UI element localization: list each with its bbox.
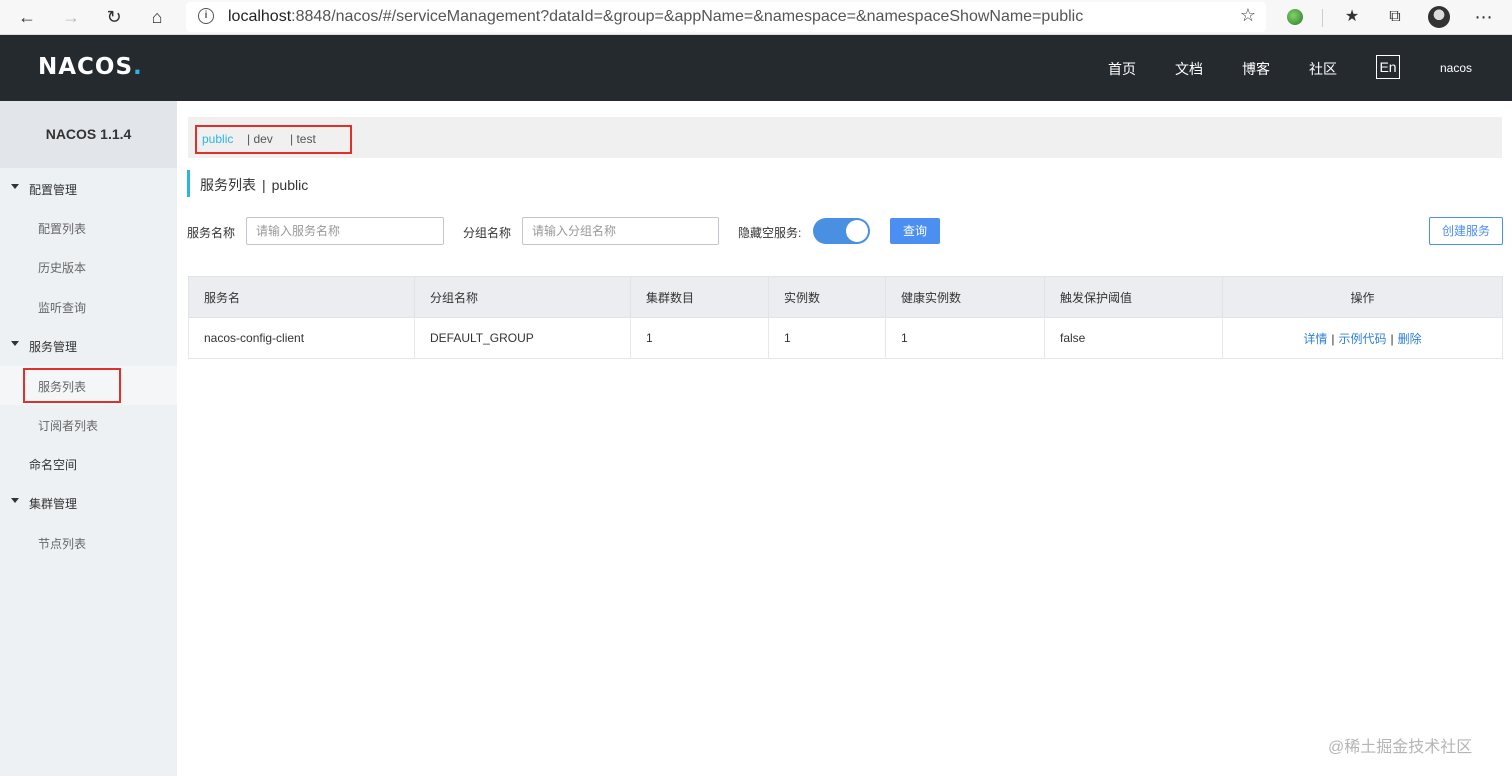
- page-title: 服务列表 | public: [187, 170, 308, 197]
- col-cluster-count: 集群数目: [630, 276, 769, 318]
- url-text[interactable]: localhost:8848/nacos/#/serviceManagement…: [228, 8, 1083, 26]
- user-menu[interactable]: nacos: [1440, 61, 1472, 75]
- sample-code-link[interactable]: 示例代码: [1338, 332, 1386, 346]
- url-host: localhost: [228, 8, 292, 25]
- delete-link[interactable]: 删除: [1398, 332, 1422, 346]
- sidebar-item-config-list[interactable]: 配置列表: [0, 208, 177, 247]
- sidebar-group-namespace[interactable]: 命名空间: [0, 444, 177, 483]
- toolbar-divider: [1322, 9, 1323, 27]
- sidebar-title: NACOS 1.1.4: [0, 101, 177, 168]
- nav-docs[interactable]: 文档: [1175, 59, 1203, 79]
- group-name-label: 分组名称: [463, 226, 512, 240]
- service-name-label: 服务名称: [187, 226, 236, 240]
- create-service-button[interactable]: 创建服务: [1429, 217, 1503, 245]
- sidebar: NACOS 1.1.4 配置管理 配置列表 历史版本 监听查询 服务管理 服务列…: [0, 101, 177, 776]
- sidebar-item-label: 历史版本: [38, 261, 87, 275]
- more-icon[interactable]: ⋯: [1472, 5, 1496, 29]
- col-healthy-count: 健康实例数: [885, 276, 1045, 318]
- forward-icon[interactable]: →: [58, 4, 84, 30]
- namespace-bar: public | dev | test: [188, 117, 1502, 158]
- toggle-knob: [846, 220, 868, 242]
- home-icon[interactable]: ⌂: [144, 4, 170, 30]
- sidebar-item-label: 服务列表: [38, 380, 87, 394]
- sidebar-group-config[interactable]: 配置管理: [0, 169, 177, 208]
- nacos-logo[interactable]: NACOS.: [38, 54, 143, 80]
- extension-icon[interactable]: [1283, 5, 1307, 29]
- query-button[interactable]: 查询: [890, 218, 940, 244]
- sidebar-group-label: 配置管理: [29, 183, 78, 197]
- page-title-text: 服务列表: [200, 177, 256, 193]
- title-separator: |: [262, 177, 266, 193]
- sidebar-item-subscribers[interactable]: 订阅者列表: [0, 405, 177, 444]
- cell-group-name: DEFAULT_GROUP: [414, 317, 631, 359]
- sidebar-item-label: 节点列表: [38, 537, 87, 551]
- sidebar-item-service-list[interactable]: 服务列表: [0, 366, 177, 405]
- nav-blog[interactable]: 博客: [1242, 59, 1270, 79]
- favorites-icon[interactable]: ★: [1340, 5, 1364, 29]
- op-separator: |: [1390, 331, 1394, 346]
- info-icon[interactable]: i: [198, 8, 214, 24]
- group-name-input[interactable]: 请输入分组名称: [522, 217, 719, 245]
- watermark: @稀土掘金技术社区: [1328, 739, 1473, 756]
- cell-instance-count: 1: [768, 317, 886, 359]
- page-title-namespace: public: [271, 177, 309, 193]
- hide-empty-toggle[interactable]: [813, 218, 870, 244]
- detail-link[interactable]: 详情: [1303, 332, 1327, 346]
- service-name-input[interactable]: 请输入服务名称: [246, 217, 444, 245]
- hide-empty-label: 隐藏空服务:: [738, 226, 802, 240]
- language-switch-button[interactable]: En: [1376, 55, 1400, 79]
- sidebar-group-label: 服务管理: [29, 340, 78, 354]
- col-operations: 操作: [1222, 276, 1503, 318]
- sidebar-item-listener-query[interactable]: 监听查询: [0, 287, 177, 326]
- cell-service-name: nacos-config-client: [188, 317, 415, 359]
- cell-operations: 详情 | 示例代码 | 删除: [1222, 317, 1503, 359]
- app-header: NACOS. 首页 文档 博客 社区 En nacos: [0, 35, 1512, 101]
- sidebar-group-label: 命名空间: [29, 458, 78, 472]
- col-instance-count: 实例数: [768, 276, 886, 318]
- sidebar-group-service[interactable]: 服务管理: [0, 326, 177, 365]
- cell-cluster-count: 1: [630, 317, 769, 359]
- col-group-name: 分组名称: [414, 276, 631, 318]
- table-header-row: 服务名 分组名称 集群数目 实例数 健康实例数 触发保护阈值 操作: [188, 276, 1503, 318]
- col-protect-threshold: 触发保护阈值: [1044, 276, 1223, 318]
- address-bar[interactable]: i localhost:8848/nacos/#/serviceManageme…: [186, 2, 1266, 32]
- browser-toolbar: ← → ↻ ⌂ i localhost:8848/nacos/#/service…: [0, 0, 1512, 35]
- url-path: :8848/nacos/#/serviceManagement?dataId=&…: [291, 8, 1084, 25]
- sidebar-item-history[interactable]: 历史版本: [0, 247, 177, 286]
- cell-protect-threshold: false: [1044, 317, 1223, 359]
- sidebar-group-cluster[interactable]: 集群管理: [0, 483, 177, 522]
- sidebar-group-label: 集群管理: [29, 497, 78, 511]
- namespace-test[interactable]: | test: [290, 132, 316, 146]
- sidebar-item-label: 监听查询: [38, 301, 87, 315]
- profile-icon[interactable]: [1427, 5, 1451, 29]
- col-service-name: 服务名: [188, 276, 415, 318]
- star-icon[interactable]: ☆: [1240, 5, 1256, 26]
- cell-healthy-count: 1: [885, 317, 1045, 359]
- service-table: 服务名 分组名称 集群数目 实例数 健康实例数 触发保护阈值 操作 nacos-…: [188, 276, 1503, 359]
- op-separator: |: [1331, 331, 1335, 346]
- refresh-icon[interactable]: ↻: [101, 4, 127, 30]
- caret-down-icon: [11, 498, 19, 503]
- sidebar-item-label: 订阅者列表: [38, 419, 99, 433]
- sidebar-item-label: 配置列表: [38, 222, 87, 236]
- namespace-dev[interactable]: | dev: [247, 132, 273, 146]
- nav-home[interactable]: 首页: [1108, 59, 1136, 79]
- collections-icon[interactable]: ⧉: [1383, 5, 1407, 29]
- namespace-public[interactable]: public: [202, 132, 233, 146]
- table-row: nacos-config-client DEFAULT_GROUP 1 1 1 …: [188, 317, 1503, 359]
- back-icon[interactable]: ←: [14, 4, 40, 30]
- sidebar-item-node-list[interactable]: 节点列表: [0, 523, 177, 562]
- nav-community[interactable]: 社区: [1309, 59, 1337, 79]
- caret-down-icon: [11, 184, 19, 189]
- caret-down-icon: [11, 341, 19, 346]
